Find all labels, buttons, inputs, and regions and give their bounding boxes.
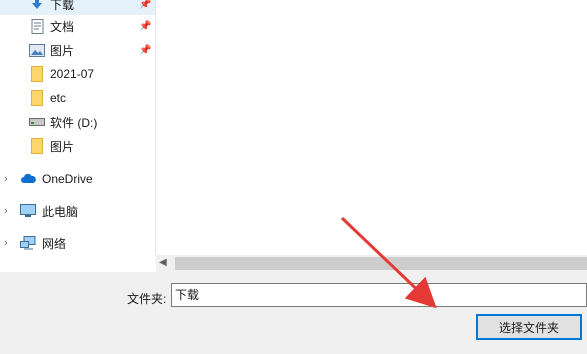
file-list-area[interactable] <box>156 0 587 255</box>
nav-item-label: 软件 (D:) <box>50 115 98 130</box>
nav-item-label: 网络 <box>42 236 67 251</box>
nav-item-drive-d[interactable]: 软件 (D:) <box>0 111 155 133</box>
nav-item-onedrive[interactable]: › OneDrive <box>0 168 155 190</box>
folder-label: 文件夹: <box>127 292 167 306</box>
nav-item-label: OneDrive <box>42 172 93 186</box>
pin-icon[interactable]: 📌 <box>139 45 151 56</box>
cloud-icon <box>20 171 36 187</box>
horizontal-scrollbar[interactable]: ◀ <box>156 255 587 272</box>
folder-input[interactable]: 下载 <box>171 283 587 307</box>
chevron-right-icon[interactable]: › <box>4 173 8 185</box>
nav-item-label: etc <box>50 91 67 105</box>
nav-item-pictures[interactable]: 图片 📌 <box>0 39 155 61</box>
computer-icon <box>20 203 36 219</box>
navigation-pane: 下载 📌 文档 📌 图片 📌 2021-07 etc 软件 (D:) 图片 › … <box>0 0 155 255</box>
nav-item-label: 图片 <box>50 43 75 58</box>
chevron-right-icon[interactable]: › <box>4 237 8 249</box>
nav-item-label: 此电脑 <box>42 204 79 219</box>
nav-item-label: 文档 <box>50 19 75 34</box>
select-folder-button[interactable]: 选择文件夹 <box>476 314 582 340</box>
nav-item-label: 下载 <box>50 0 75 12</box>
pictures-icon <box>29 42 45 58</box>
nav-item-network[interactable]: › 网络 <box>0 232 155 254</box>
nav-item-label: 图片 <box>50 139 75 154</box>
nav-item-folder-pictures[interactable]: 图片 <box>0 135 155 157</box>
folder-icon <box>29 138 45 154</box>
chevron-right-icon[interactable]: › <box>4 205 8 217</box>
nav-item-folder-2021-07[interactable]: 2021-07 <box>0 63 155 85</box>
network-icon <box>20 235 36 251</box>
nav-item-documents[interactable]: 文档 📌 <box>0 15 155 37</box>
pin-icon[interactable]: 📌 <box>139 21 151 32</box>
pin-icon[interactable]: 📌 <box>139 0 151 10</box>
nav-item-label: 2021-07 <box>50 67 95 81</box>
nav-item-downloads[interactable]: 下载 📌 <box>0 0 155 15</box>
document-icon <box>29 18 45 34</box>
folder-icon <box>29 66 45 82</box>
scroll-left-icon[interactable]: ◀ <box>159 257 167 268</box>
nav-item-folder-etc[interactable]: etc <box>0 87 155 109</box>
folder-icon <box>29 90 45 106</box>
nav-item-this-pc[interactable]: › 此电脑 <box>0 200 155 222</box>
drive-icon <box>29 114 45 130</box>
bottom-panel: 文件夹: 下载 选择文件夹 <box>0 272 587 354</box>
scrollbar-thumb[interactable] <box>175 257 587 270</box>
download-icon <box>29 0 45 12</box>
